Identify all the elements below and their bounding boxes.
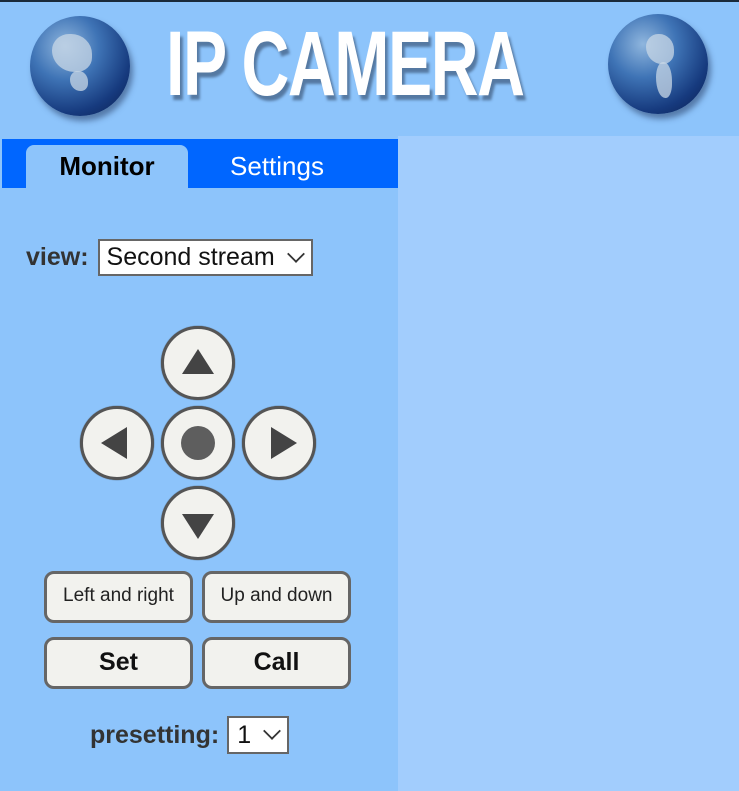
call-button[interactable]: Call — [202, 637, 351, 689]
presetting-select-value: 1 — [237, 720, 252, 749]
presetting-select[interactable]: 1 — [227, 716, 290, 754]
globe-north-america-icon — [30, 16, 130, 116]
presetting-label: presetting: — [90, 720, 220, 749]
arrow-up-icon — [182, 349, 214, 374]
pan-center-button[interactable] — [161, 406, 235, 480]
view-select[interactable]: Second stream — [97, 239, 313, 276]
chevron-down-icon — [286, 244, 305, 263]
left-and-right-button[interactable]: Left and right — [44, 571, 193, 623]
globe-south-america-icon — [608, 14, 708, 114]
arrow-left-icon — [101, 427, 127, 459]
presetting-row: presetting: 1 — [90, 716, 290, 754]
pan-up-button[interactable] — [161, 326, 235, 400]
tab-monitor[interactable]: Monitor — [26, 145, 188, 188]
banner: IP CAMERA — [0, 2, 739, 138]
view-label: view: — [26, 243, 89, 271]
up-and-down-button[interactable]: Up and down — [202, 571, 351, 623]
pan-right-button[interactable] — [242, 406, 316, 480]
arrow-down-icon — [182, 514, 214, 539]
view-select-value: Second stream — [106, 243, 275, 271]
tab-bar: Monitor Settings — [2, 139, 398, 188]
pan-left-button[interactable] — [80, 406, 154, 480]
chevron-down-icon — [263, 722, 282, 740]
banner-title: IP CAMERA — [166, 13, 525, 115]
view-row: view: Second stream — [26, 239, 313, 276]
set-button[interactable]: Set — [44, 637, 193, 689]
arrow-right-icon — [271, 427, 297, 459]
video-area — [398, 136, 739, 791]
pan-down-button[interactable] — [161, 486, 235, 560]
tab-settings[interactable]: Settings — [202, 145, 352, 188]
control-panel: Monitor Settings view: Second stream Lef… — [0, 136, 398, 791]
center-stop-icon — [181, 426, 215, 460]
